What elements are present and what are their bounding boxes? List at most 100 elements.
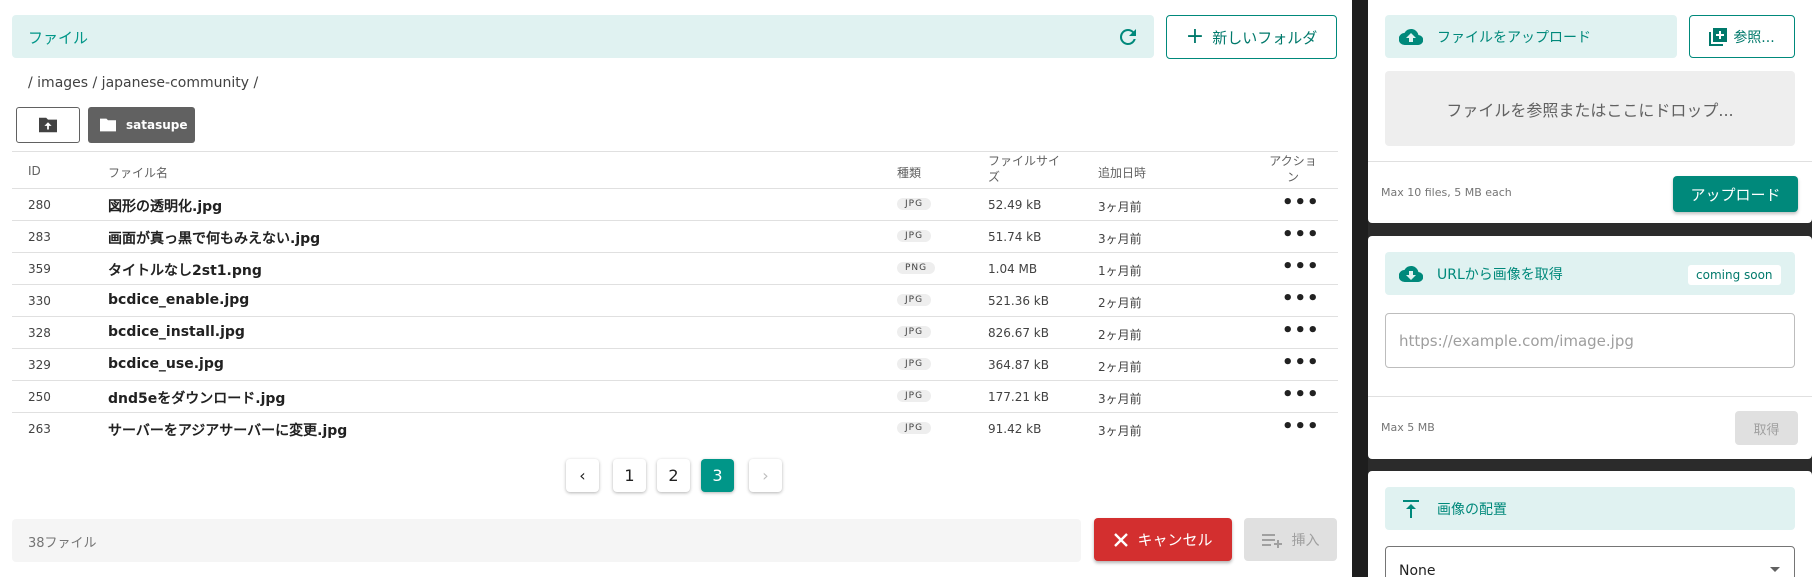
cloud-download-icon	[1399, 265, 1423, 282]
col-added: 追加日時	[1098, 166, 1147, 180]
more-actions-icon[interactable]: •••	[1282, 288, 1320, 309]
table-row[interactable]: 328 bcdice_install.jpg JPG 826.67 kB 2ヶ月…	[12, 317, 1338, 349]
page-button-1[interactable]: 1	[613, 459, 646, 492]
dropdown-caret-icon	[1770, 567, 1780, 572]
type-chip: PNG	[897, 262, 936, 274]
row-size: 51.74 kB	[988, 230, 1042, 244]
row-id: 329	[28, 358, 51, 372]
file-header-bar: ファイル	[12, 15, 1154, 58]
row-size: 364.87 kB	[988, 358, 1049, 372]
row-added: 2ヶ月前	[1098, 360, 1142, 374]
table-row[interactable]: 280 図形の透明化.jpg JPG 52.49 kB 3ヶ月前 •••	[12, 189, 1338, 221]
row-added: 3ヶ月前	[1098, 232, 1142, 246]
folder-up-icon	[39, 117, 57, 133]
type-chip: JPG	[897, 358, 932, 370]
url-title: URLから画像を取得	[1437, 266, 1563, 283]
cancel-label: キャンセル	[1137, 531, 1213, 549]
insert-button[interactable]: 挿入	[1244, 518, 1337, 561]
row-size: 826.67 kB	[988, 326, 1049, 340]
row-size: 52.49 kB	[988, 198, 1042, 212]
file-count: 38ファイル	[28, 536, 97, 551]
upload-title: ファイルをアップロード	[1437, 29, 1591, 46]
folder-icon	[100, 118, 116, 132]
more-actions-icon[interactable]: •••	[1282, 384, 1320, 405]
table-row[interactable]: 250 dnd5eをダウンロード.jpg JPG 177.21 kB 3ヶ月前 …	[12, 381, 1338, 413]
col-type: 種類	[897, 166, 922, 180]
more-actions-icon[interactable]: •••	[1282, 416, 1320, 437]
refresh-icon[interactable]	[1116, 25, 1140, 49]
placement-title-bar: 画像の配置	[1385, 487, 1795, 530]
row-id: 359	[28, 262, 51, 276]
coming-soon-badge: coming soon	[1688, 265, 1781, 285]
row-id: 250	[28, 390, 51, 404]
upload-limits: Max 10 files, 5 MB each	[1381, 186, 1512, 199]
playlist-add-icon	[1261, 533, 1282, 548]
table-row[interactable]: 263 サーバーをアジアサーバーに変更.jpg JPG 91.42 kB 3ヶ月…	[12, 413, 1338, 445]
more-actions-icon[interactable]: •••	[1282, 320, 1320, 341]
align-top-icon	[1403, 499, 1419, 518]
more-actions-icon[interactable]: •••	[1282, 352, 1320, 373]
cloud-upload-icon	[1399, 28, 1423, 45]
library-add-icon	[1709, 27, 1728, 46]
row-size: 521.36 kB	[988, 294, 1049, 308]
row-added: 3ヶ月前	[1098, 392, 1142, 406]
breadcrumb[interactable]: / images / japanese-community /	[28, 75, 258, 91]
row-filename: dnd5eをダウンロード.jpg	[108, 391, 286, 407]
table-header: ID ファイル名 種類 ファイルサイズ 追加日時 アクション	[12, 151, 1338, 189]
url-limits: Max 5 MB	[1381, 421, 1435, 434]
file-drop-zone[interactable]: ファイルを参照またはここにドロップ...	[1385, 71, 1795, 146]
browse-button[interactable]: 参照...	[1689, 15, 1795, 58]
folder-chip-satasupe[interactable]: satasupe	[88, 107, 195, 143]
more-actions-icon[interactable]: •••	[1282, 224, 1320, 245]
page-title: ファイル	[28, 29, 89, 47]
more-actions-icon[interactable]: •••	[1282, 192, 1320, 213]
placement-select[interactable]: None	[1385, 546, 1795, 577]
table-row[interactable]: 329 bcdice_use.jpg JPG 364.87 kB 2ヶ月前 ••…	[12, 349, 1338, 381]
row-id: 283	[28, 230, 51, 244]
page-button-2[interactable]: 2	[657, 459, 690, 492]
row-filename: サーバーをアジアサーバーに変更.jpg	[108, 423, 348, 439]
row-filename: bcdice_enable.jpg	[108, 292, 250, 308]
table-row[interactable]: 359 タイトルなし2st1.png PNG 1.04 MB 1ヶ月前 •••	[12, 253, 1338, 285]
row-size: 91.42 kB	[988, 422, 1042, 436]
folder-name: satasupe	[126, 118, 188, 132]
col-action: アクション	[1269, 154, 1317, 184]
type-chip: JPG	[897, 198, 932, 210]
row-id: 280	[28, 198, 51, 212]
col-filename: ファイル名	[108, 166, 169, 180]
fetch-button[interactable]: 取得	[1735, 411, 1798, 445]
row-filename: タイトルなし2st1.png	[108, 263, 262, 279]
close-icon	[1114, 532, 1129, 547]
row-size: 177.21 kB	[988, 390, 1049, 404]
row-added: 1ヶ月前	[1098, 264, 1142, 278]
type-chip: JPG	[897, 422, 932, 434]
table-row[interactable]: 283 画面が真っ黒で何もみえない.jpg JPG 51.74 kB 3ヶ月前 …	[12, 221, 1338, 253]
prev-page-button[interactable]: ‹	[566, 459, 599, 492]
parent-folder-button[interactable]	[16, 107, 80, 143]
next-page-button[interactable]: ›	[749, 459, 782, 492]
new-folder-label: 新しいフォルダ	[1212, 28, 1318, 47]
upload-button[interactable]: アップロード	[1673, 176, 1798, 212]
more-actions-icon[interactable]: •••	[1282, 256, 1320, 277]
row-filename: 画面が真っ黒で何もみえない.jpg	[108, 231, 321, 247]
chevron-right-icon: ›	[762, 466, 769, 485]
row-added: 2ヶ月前	[1098, 328, 1142, 342]
row-added: 3ヶ月前	[1098, 424, 1142, 438]
upload-title-bar: ファイルをアップロード	[1385, 15, 1677, 58]
table-row[interactable]: 330 bcdice_enable.jpg JPG 521.36 kB 2ヶ月前…	[12, 285, 1338, 317]
url-input[interactable]	[1385, 313, 1795, 368]
row-size: 1.04 MB	[988, 262, 1038, 276]
type-chip: JPG	[897, 390, 932, 402]
new-folder-button[interactable]: + 新しいフォルダ	[1166, 15, 1337, 59]
page-button-3[interactable]: 3	[701, 459, 734, 492]
row-filename: bcdice_use.jpg	[108, 356, 224, 372]
type-chip: JPG	[897, 230, 932, 242]
chevron-left-icon: ‹	[579, 466, 586, 485]
cancel-button[interactable]: キャンセル	[1094, 518, 1232, 561]
divider	[1368, 396, 1812, 397]
row-filename: bcdice_install.jpg	[108, 324, 245, 340]
row-id: 328	[28, 326, 51, 340]
col-id: ID	[28, 164, 41, 178]
row-added: 2ヶ月前	[1098, 296, 1142, 310]
row-filename: 図形の透明化.jpg	[108, 199, 223, 215]
